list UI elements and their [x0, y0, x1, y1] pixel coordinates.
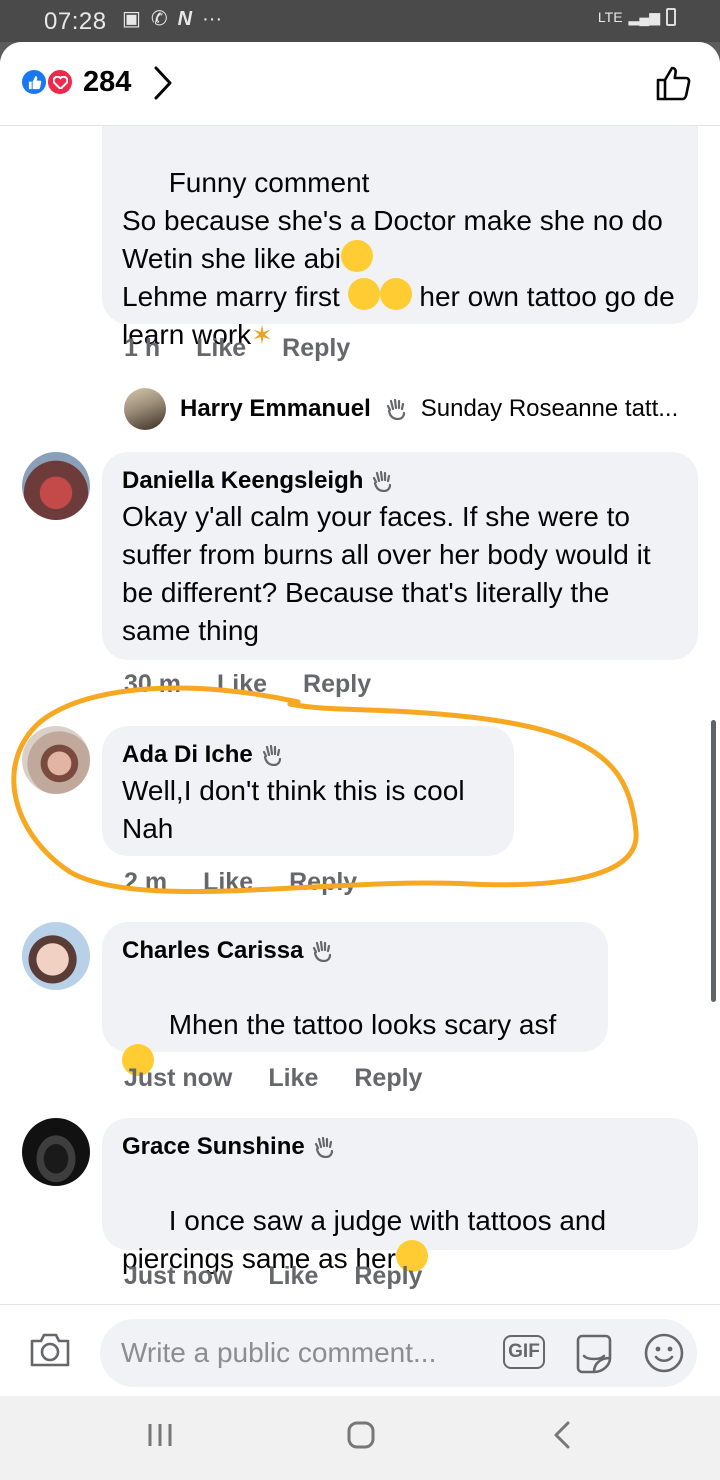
rolling-eyes-icon [379, 278, 412, 310]
thumbs-up-outline-icon[interactable] [654, 64, 692, 102]
system-nav-bar [0, 1396, 720, 1480]
comment-actions: 1 h Like Reply [124, 334, 350, 363]
author-name[interactable]: Charles Carissa [122, 936, 303, 966]
comment-composer: Write a public comment... GIF [0, 1304, 720, 1396]
smiley-icon[interactable] [643, 1332, 685, 1374]
network-label: LTE [597, 9, 623, 25]
comment-input-placeholder: Write a public comment... [121, 1337, 437, 1368]
comment-bubble[interactable]: Funny comment So because she's a Doctor … [102, 102, 698, 350]
news-icon: N [177, 8, 193, 30]
comments-sheet: 284 Funny comment So because she's a Doc… [0, 42, 720, 1396]
comment-author[interactable]: Grace Sunshine [122, 1132, 678, 1162]
waving-hand-icon [373, 470, 392, 492]
comment-text: I once saw a judge with tattoos and pier… [122, 1164, 682, 1316]
reply-button[interactable]: Reply [354, 1064, 422, 1093]
status-time: 07:28 [44, 8, 107, 35]
waving-hand-icon [386, 398, 405, 420]
comment-actions: Just now Like Reply [124, 1064, 422, 1093]
comment-time: Just now [124, 1262, 233, 1290]
home-icon[interactable] [346, 1420, 376, 1450]
whatsapp-icon: ✆ [150, 8, 168, 30]
status-bar: 07:28 ▣ ✆ N ··· LTE ▂▄▆ [0, 0, 720, 42]
comment-text: Okay y'all calm your faces. If she were … [122, 501, 659, 646]
comment-author[interactable]: Daniella Keengsleigh [122, 466, 678, 496]
comment-bubble[interactable]: Charles Carissa Mhen the tattoo looks sc… [102, 922, 608, 1076]
author-name[interactable]: Daniella Keengsleigh [122, 466, 363, 496]
gif-button[interactable]: GIF [503, 1335, 545, 1369]
comment-time: Just now [124, 1064, 233, 1092]
reply-button[interactable]: Reply [354, 1262, 422, 1291]
like-button[interactable]: Like [196, 334, 246, 363]
avatar[interactable] [22, 1118, 90, 1186]
reactions-header[interactable]: 284 [0, 42, 720, 126]
love-icon [46, 68, 74, 96]
reply-preview[interactable]: Harry Emmanuel Sunday Roseanne tatt... [124, 388, 704, 430]
comment-bubble[interactable]: Daniella Keengsleigh Okay y'all calm you… [102, 452, 698, 660]
comment-text-part: Funny comment So because she's a Doctor … [122, 167, 663, 274]
gallery-icon: ▣ [122, 8, 141, 30]
comment-text-part: Lehme marry first [122, 281, 340, 312]
waving-hand-icon [314, 1136, 333, 1158]
sticker-icon[interactable] [572, 1332, 616, 1376]
comment-text-part: Mhen the tattoo looks scary asf [168, 1009, 557, 1040]
recent-apps-icon[interactable] [146, 1420, 174, 1450]
like-button[interactable]: Like [268, 1262, 318, 1291]
annotation-circle [11, 685, 639, 895]
avatar [124, 388, 166, 430]
reaction-count[interactable]: 284 [83, 66, 131, 99]
comment-bubble[interactable]: Grace Sunshine I once saw a judge with t… [102, 1118, 698, 1274]
comment-text: Mhen the tattoo looks scary asf [122, 968, 588, 1120]
reply-preview-text: Sunday Roseanne tatt... [420, 395, 679, 422]
more-notifications-icon: ··· [202, 8, 223, 30]
comment-input[interactable]: Write a public comment... GIF [100, 1319, 697, 1387]
avatar[interactable] [22, 922, 90, 990]
chevron-right-icon[interactable] [152, 64, 174, 102]
scrollbar[interactable] [711, 720, 716, 1002]
battery-icon [666, 8, 676, 26]
back-icon[interactable] [552, 1420, 574, 1450]
notification-icons: ▣ ✆ N ··· [122, 9, 222, 29]
avatar[interactable] [22, 452, 90, 520]
like-icon [20, 68, 48, 96]
waving-hand-icon [313, 940, 332, 962]
like-button[interactable]: Like [268, 1064, 318, 1093]
camera-icon[interactable] [28, 1331, 72, 1369]
comment-actions: Just now Like Reply [124, 1262, 422, 1291]
thinking-face-icon [340, 240, 373, 272]
rolling-eyes-icon [347, 278, 380, 310]
status-right: LTE ▂▄▆ [598, 8, 676, 26]
comment-author[interactable]: Charles Carissa [122, 936, 588, 966]
signal-icon: ▂▄▆ [628, 8, 660, 25]
comment-time: 1 h [124, 334, 161, 362]
reply-author: Harry Emmanuel [180, 395, 371, 422]
reply-button[interactable]: Reply [282, 334, 350, 363]
author-name[interactable]: Grace Sunshine [122, 1132, 305, 1162]
